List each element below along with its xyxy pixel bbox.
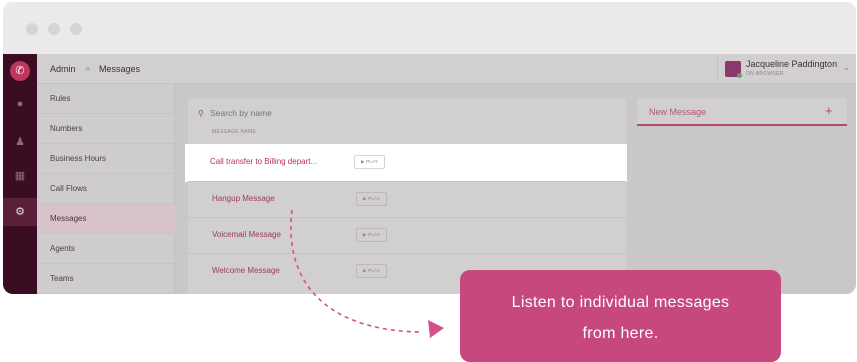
callout-line-2: from here. — [582, 325, 659, 342]
callout-text: Listen to individual messages from here. — [460, 287, 781, 349]
arrow-head — [428, 320, 444, 338]
tooltip-callout: Listen to individual messages from here. — [460, 270, 781, 362]
callout-line-1: Listen to individual messages — [511, 294, 730, 311]
